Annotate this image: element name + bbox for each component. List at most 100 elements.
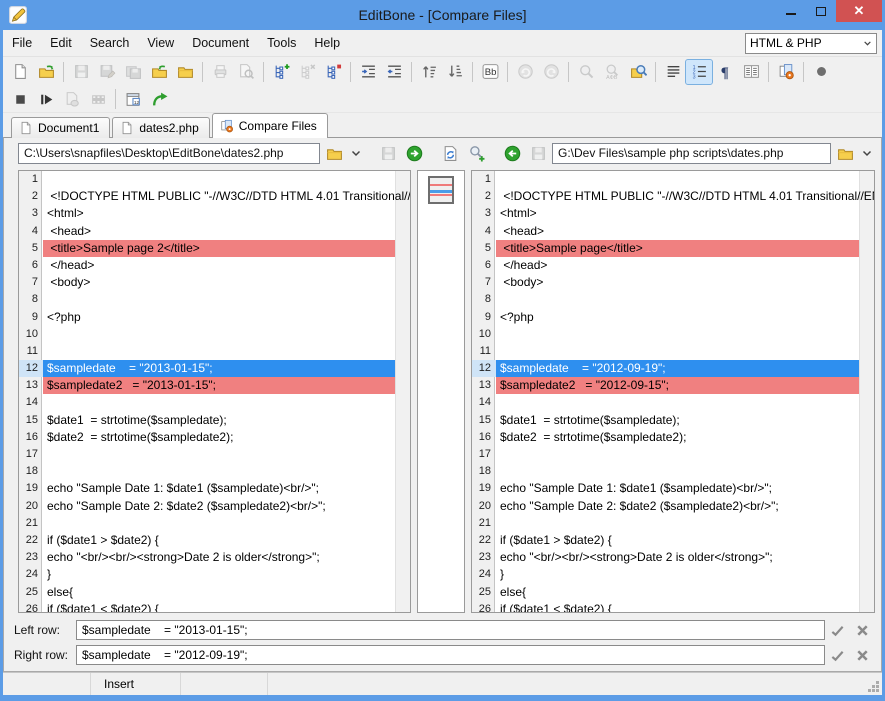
left-editor-pane[interactable]: 12 <!DOCTYPE HTML PUBLIC "-//W3C//DTD HT… xyxy=(18,170,411,613)
code-line[interactable]: 9<?php xyxy=(472,309,874,326)
code-line[interactable]: 1 xyxy=(472,171,874,188)
tab-dates2-button[interactable]: dates2.php xyxy=(112,117,209,138)
add-group-button[interactable] xyxy=(268,60,294,84)
language-select[interactable]: HTML & PHP xyxy=(745,33,877,54)
forward-button[interactable] xyxy=(146,87,172,111)
tab-compare-files-button[interactable]: Compare Files xyxy=(212,113,328,138)
code-line[interactable]: 6 </head> xyxy=(19,257,410,274)
right-row-input[interactable] xyxy=(76,645,825,665)
code-line[interactable]: 26if ($date1 < $date2) { xyxy=(19,601,410,613)
code-line[interactable]: 9<?php xyxy=(19,309,410,326)
cancel-right-row-button[interactable] xyxy=(850,645,875,665)
code-line[interactable]: 15$date1 = strtotime($sampledate); xyxy=(19,412,410,429)
open-file-button[interactable] xyxy=(33,60,59,84)
menu-search[interactable]: Search xyxy=(81,32,139,54)
code-line[interactable]: 25else{ xyxy=(472,584,874,601)
menu-help[interactable]: Help xyxy=(305,32,349,54)
replace-button[interactable] xyxy=(599,60,625,84)
menu-edit[interactable]: Edit xyxy=(41,32,81,54)
macro-list-button[interactable] xyxy=(85,87,111,111)
menu-tools[interactable]: Tools xyxy=(258,32,305,54)
code-line[interactable]: 14 xyxy=(472,394,874,411)
print-button[interactable] xyxy=(207,60,233,84)
indent-button[interactable] xyxy=(355,60,381,84)
code-line[interactable]: 16$date2 = strtotime($sampledate2); xyxy=(472,429,874,446)
line-numbers-button[interactable] xyxy=(686,60,712,84)
code-line[interactable]: 7 <body> xyxy=(472,274,874,291)
new-document-button[interactable] xyxy=(7,60,33,84)
diff-minimap[interactable] xyxy=(428,176,454,204)
outdent-button[interactable] xyxy=(381,60,407,84)
save-left-file-button[interactable] xyxy=(376,142,400,164)
title-bar[interactable]: EditBone - [Compare Files] ✕ xyxy=(3,0,882,30)
code-line[interactable]: 2 <!DOCTYPE HTML PUBLIC "-//W3C//DTD HTM… xyxy=(472,188,874,205)
browse-left-file-button[interactable] xyxy=(322,142,346,164)
revert-button[interactable] xyxy=(146,60,172,84)
save-as-button[interactable] xyxy=(94,60,120,84)
menu-document[interactable]: Document xyxy=(183,32,258,54)
code-line[interactable]: 4 <head> xyxy=(472,223,874,240)
code-line[interactable]: 25else{ xyxy=(19,584,410,601)
code-line[interactable]: 18 xyxy=(19,463,410,480)
left-file-path-input[interactable] xyxy=(18,143,320,164)
code-line[interactable]: 12$sampledate = "2013-01-15"; xyxy=(19,360,410,377)
insert-date-button[interactable] xyxy=(120,87,146,111)
code-line[interactable]: 13$sampledate2 = "2012-09-15"; xyxy=(472,377,874,394)
code-line[interactable]: 15$date1 = strtotime($sampledate); xyxy=(472,412,874,429)
code-line[interactable]: 22if ($date1 > $date2) { xyxy=(19,532,410,549)
save-all-button[interactable] xyxy=(120,60,146,84)
code-line[interactable]: 21 xyxy=(472,515,874,532)
pan-button[interactable] xyxy=(59,87,85,111)
copy-to-left-button[interactable] xyxy=(500,142,524,164)
code-line[interactable]: 3<html> xyxy=(19,205,410,222)
code-line[interactable]: 13$sampledate2 = "2013-01-15"; xyxy=(19,377,410,394)
code-line[interactable]: 26if ($date1 < $date2) { xyxy=(472,601,874,613)
code-line[interactable]: 5 <title>Sample page 2</title> xyxy=(19,240,410,257)
code-line[interactable]: 23echo "<br/><br/><strong>Date 2 is olde… xyxy=(19,549,410,566)
split-view-button[interactable] xyxy=(738,60,764,84)
code-line[interactable]: 7 <body> xyxy=(19,274,410,291)
special-chars-button[interactable] xyxy=(712,60,738,84)
apply-left-row-button[interactable] xyxy=(825,620,850,640)
edit-group-button[interactable] xyxy=(320,60,346,84)
code-line[interactable]: 17 xyxy=(19,446,410,463)
word-wrap-button[interactable] xyxy=(660,60,686,84)
save-button[interactable] xyxy=(68,60,94,84)
code-line[interactable]: 19echo "Sample Date 1: $date1 ($sampleda… xyxy=(19,480,410,497)
code-line[interactable]: 5 <title>Sample page</title> xyxy=(472,240,874,257)
code-line[interactable]: 8 xyxy=(472,291,874,308)
stop-button[interactable] xyxy=(7,87,33,111)
code-line[interactable]: 6 </head> xyxy=(472,257,874,274)
resize-grip[interactable] xyxy=(868,681,880,693)
code-line[interactable]: 4 <head> xyxy=(19,223,410,240)
browse-right-file-button[interactable] xyxy=(833,142,857,164)
code-line[interactable]: 10 xyxy=(19,326,410,343)
code-line[interactable]: 12$sampledate = "2012-09-19"; xyxy=(472,360,874,377)
record-macro-button[interactable] xyxy=(808,60,834,84)
code-line[interactable]: 21 xyxy=(19,515,410,532)
print-preview-button[interactable] xyxy=(233,60,259,84)
toggle-case-button[interactable] xyxy=(477,60,503,84)
code-line[interactable]: 20echo "Sample Date 2: $date2 ($sampleda… xyxy=(472,498,874,515)
menu-view[interactable]: View xyxy=(138,32,183,54)
redo-button[interactable] xyxy=(538,60,564,84)
code-line[interactable]: 16$date2 = strtotime($sampledate2); xyxy=(19,429,410,446)
find-difference-button[interactable] xyxy=(464,142,488,164)
code-line[interactable]: 8 xyxy=(19,291,410,308)
right-file-path-input[interactable] xyxy=(552,143,831,164)
sort-descending-button[interactable] xyxy=(442,60,468,84)
tab-document1-button[interactable]: Document1 xyxy=(11,117,110,138)
undo-button[interactable] xyxy=(512,60,538,84)
code-line[interactable]: 24} xyxy=(19,566,410,583)
code-line[interactable]: 10 xyxy=(472,326,874,343)
menu-file[interactable]: File xyxy=(3,32,41,54)
code-line[interactable]: 24} xyxy=(472,566,874,583)
refresh-compare-button[interactable] xyxy=(438,142,462,164)
left-row-input[interactable] xyxy=(76,620,825,640)
save-right-file-button[interactable] xyxy=(526,142,550,164)
apply-right-row-button[interactable] xyxy=(825,645,850,665)
sort-ascending-button[interactable] xyxy=(416,60,442,84)
code-line[interactable]: 11 xyxy=(19,343,410,360)
remove-group-button[interactable] xyxy=(294,60,320,84)
code-line[interactable]: 20echo "Sample Date 2: $date2 ($sampleda… xyxy=(19,498,410,515)
